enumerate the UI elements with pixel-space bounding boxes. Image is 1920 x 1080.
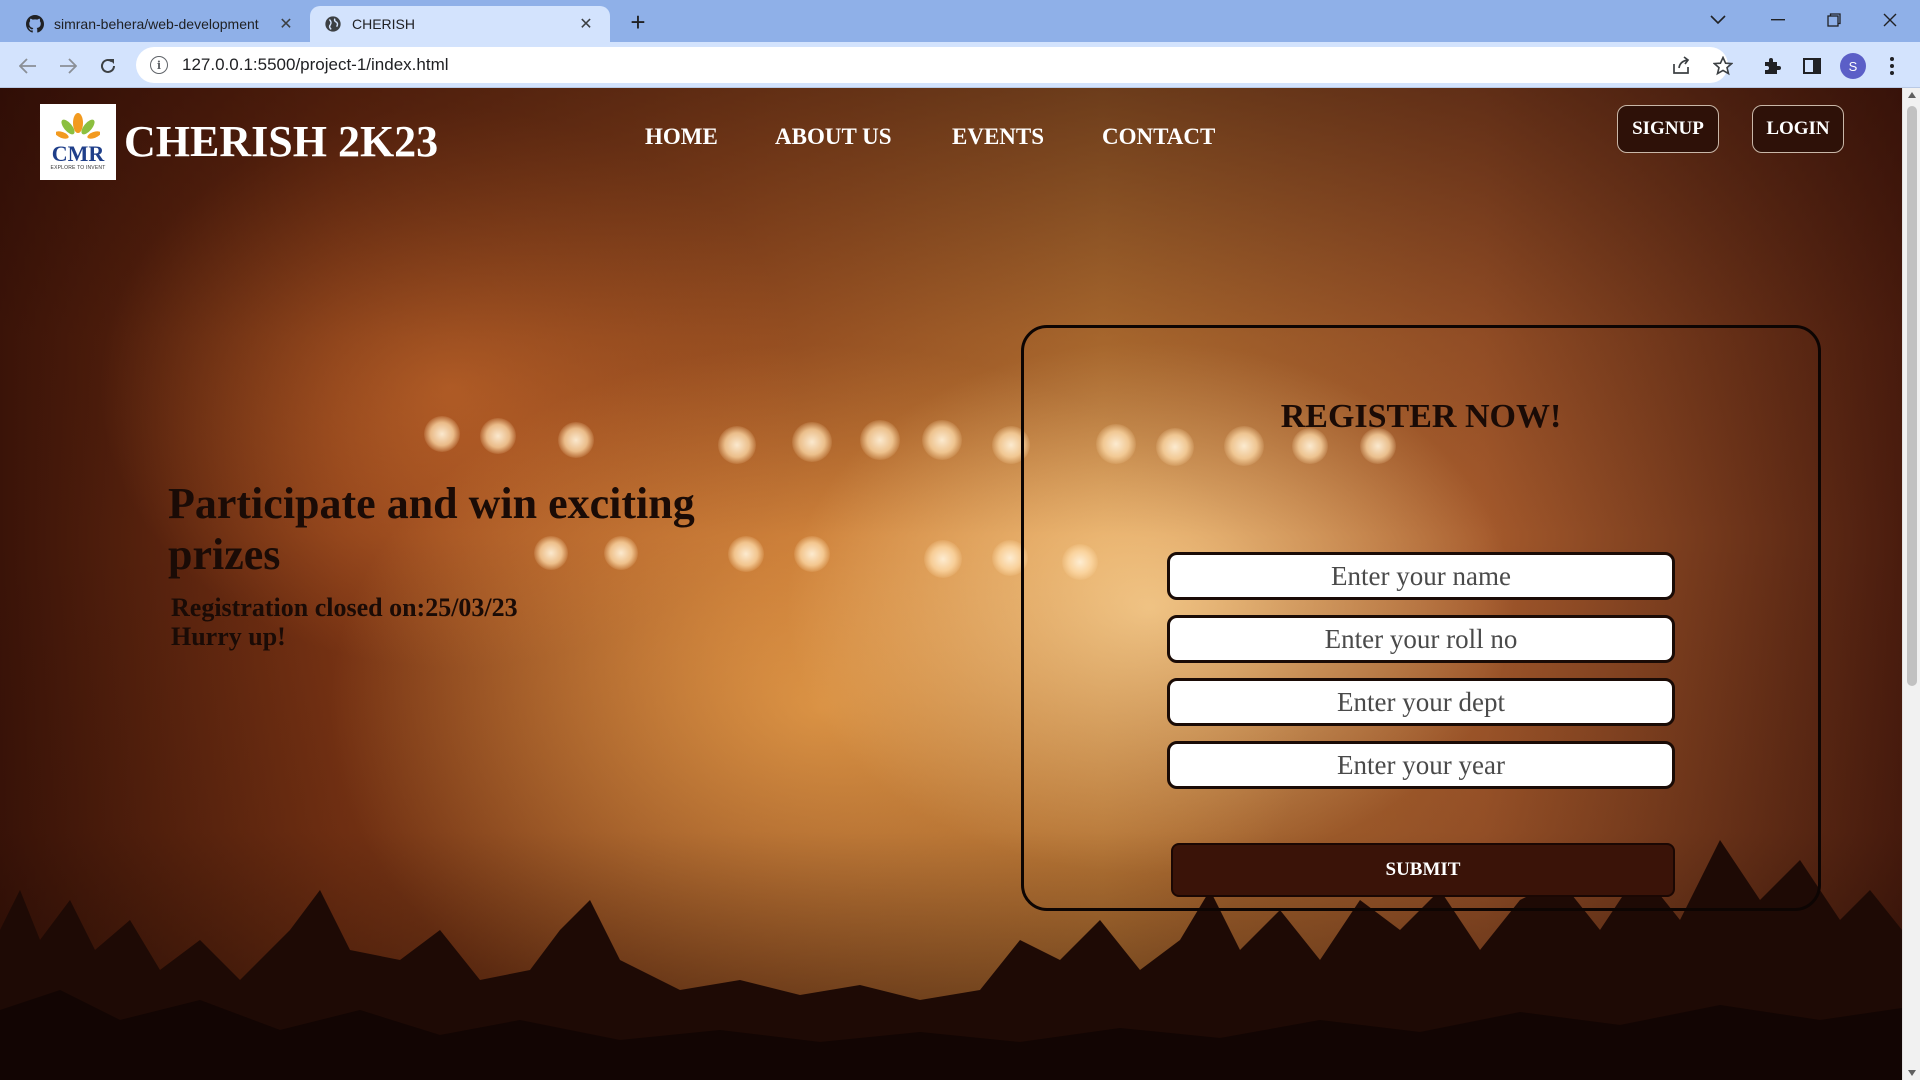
close-window-icon[interactable] xyxy=(1862,0,1918,40)
register-heading: REGISTER NOW! xyxy=(1280,398,1562,435)
minimize-icon[interactable] xyxy=(1750,0,1806,40)
nav-events[interactable]: EVENTS xyxy=(952,124,1044,150)
side-panel-icon[interactable] xyxy=(1800,54,1824,78)
address-bar[interactable]: i 127.0.0.1:5500/project-1/index.html xyxy=(136,47,1728,83)
back-arrow-icon[interactable] xyxy=(12,50,44,82)
tab-github[interactable]: simran-behera/web-development ✕ xyxy=(12,6,310,42)
close-tab-icon[interactable]: ✕ xyxy=(576,14,596,34)
scroll-down-arrow-icon[interactable] xyxy=(1908,1070,1916,1076)
forward-arrow-icon[interactable] xyxy=(52,50,84,82)
name-input[interactable] xyxy=(1167,552,1675,600)
page-scrollbar[interactable] xyxy=(1902,88,1920,1080)
tab-title: simran-behera/web-development xyxy=(54,16,259,32)
share-icon[interactable] xyxy=(1670,55,1692,77)
bookmark-star-icon[interactable] xyxy=(1712,55,1734,77)
dept-input[interactable] xyxy=(1167,678,1675,726)
menu-kebab-icon[interactable] xyxy=(1880,54,1904,78)
hero-title: Participate and win exciting prizes xyxy=(168,479,695,579)
logo-tagline: EXPLORE TO INVENT xyxy=(50,165,106,171)
browser-tab-strip: simran-behera/web-development ✕ CHERISH … xyxy=(0,0,1920,42)
logo-petals-icon xyxy=(56,113,100,139)
tab-cherish[interactable]: CHERISH ✕ xyxy=(310,6,610,42)
globe-icon xyxy=(324,15,342,33)
tab-search-chevron-icon[interactable] xyxy=(1690,0,1746,40)
hurry-text: Hurry up! xyxy=(171,622,286,651)
scrollbar-thumb[interactable] xyxy=(1907,106,1917,686)
restore-icon[interactable] xyxy=(1806,0,1862,40)
reload-icon[interactable] xyxy=(92,50,124,82)
cmr-logo[interactable]: CMR EXPLORE TO INVENT xyxy=(40,104,116,180)
logo-text: CMR xyxy=(51,141,105,166)
nav-about-us[interactable]: ABOUT US xyxy=(775,124,892,150)
roll-no-input[interactable] xyxy=(1167,615,1675,663)
nav-contact[interactable]: CONTACT xyxy=(1102,124,1215,150)
submit-button[interactable]: SUBMIT xyxy=(1171,843,1675,897)
extensions-icon[interactable] xyxy=(1760,54,1784,78)
page-viewport: CMR EXPLORE TO INVENT CHERISH 2K23 HOME … xyxy=(0,88,1902,1080)
profile-avatar[interactable]: S xyxy=(1840,53,1866,79)
new-tab-icon[interactable]: + xyxy=(624,7,652,37)
browser-toolbar: i 127.0.0.1:5500/project-1/index.html xyxy=(0,42,1920,88)
tab-title: CHERISH xyxy=(352,16,416,32)
site-title: CHERISH 2K23 xyxy=(124,117,439,166)
hero-subtitle: Registration closed on:25/03/23 Hurry up… xyxy=(171,593,518,651)
scroll-up-arrow-icon[interactable] xyxy=(1908,92,1916,98)
login-button[interactable]: LOGIN xyxy=(1752,105,1844,153)
signup-button[interactable]: SIGNUP xyxy=(1617,105,1719,153)
url-text: 127.0.0.1:5500/project-1/index.html xyxy=(182,55,449,74)
close-tab-icon[interactable]: ✕ xyxy=(276,14,296,34)
site-info-icon[interactable]: i xyxy=(150,56,168,74)
registration-date-text: Registration closed on:25/03/23 xyxy=(171,593,518,622)
year-input[interactable] xyxy=(1167,741,1675,789)
github-icon xyxy=(26,15,44,33)
register-form: REGISTER NOW! SUBMIT xyxy=(1021,325,1821,911)
nav-home[interactable]: HOME xyxy=(645,124,718,150)
